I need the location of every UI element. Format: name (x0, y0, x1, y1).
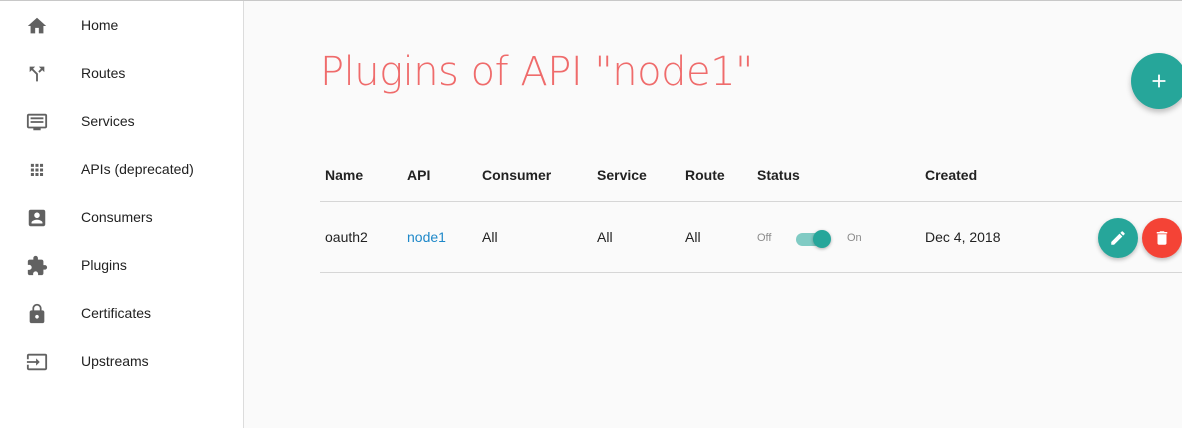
sidebar-item-label: Upstreams (81, 353, 149, 369)
column-header-consumer[interactable]: Consumer (482, 167, 551, 183)
sidebar-item-label: Plugins (81, 257, 127, 273)
sidebar-item-upstreams[interactable]: Upstreams (0, 337, 243, 385)
sidebar-item-services[interactable]: Services (0, 97, 243, 145)
lock-icon (26, 303, 48, 325)
sidebar-item-label: Consumers (81, 209, 153, 225)
consumer-value: All (482, 229, 498, 245)
status-toggle[interactable] (792, 230, 832, 248)
plus-icon (1152, 74, 1166, 88)
status-on-label: On (847, 232, 862, 244)
monitor-list-icon (26, 111, 48, 133)
column-header-created[interactable]: Created (925, 167, 977, 183)
edit-button[interactable] (1098, 218, 1138, 258)
sidebar-item-plugins[interactable]: Plugins (0, 241, 243, 289)
grid-icon (26, 159, 48, 181)
sidebar-item-label: Certificates (81, 305, 152, 321)
sidebar-item-certificates[interactable]: Certificates (0, 289, 243, 337)
created-date: Dec 4, 2018 (925, 229, 1001, 245)
sidebar-item-label: Home (81, 17, 119, 33)
column-header-service[interactable]: Service (597, 167, 647, 183)
puzzle-icon (26, 255, 48, 277)
page-title: Plugins of API "node1" (320, 49, 753, 95)
trash-icon (1156, 231, 1168, 245)
sidebar-item-routes[interactable]: Routes (0, 49, 243, 97)
sidebar-item-label: Routes (81, 65, 126, 81)
column-header-status[interactable]: Status (757, 167, 800, 183)
row-divider (320, 272, 1182, 273)
input-icon (26, 351, 48, 373)
column-header-name[interactable]: Name (325, 167, 363, 183)
status-off-label: Off (757, 232, 772, 244)
api-link[interactable]: node1 (407, 229, 446, 245)
header-divider (320, 201, 1182, 202)
service-value: All (597, 229, 613, 245)
column-header-route[interactable]: Route (685, 167, 725, 183)
sidebar-item-home[interactable]: Home (0, 1, 243, 49)
pencil-icon (1111, 231, 1125, 245)
main-content: Plugins of API "node1" Name API Consumer… (245, 1, 1182, 428)
sidebar-item-label: Services (81, 113, 135, 129)
sidebar-item-consumers[interactable]: Consumers (0, 193, 243, 241)
column-header-api[interactable]: API (407, 167, 430, 183)
account-box-icon (26, 207, 48, 229)
toggle-thumb (813, 230, 831, 248)
add-plugin-button[interactable] (1131, 53, 1182, 109)
route-value: All (685, 229, 701, 245)
sidebar-item-apis[interactable]: APIs (deprecated) (0, 145, 243, 193)
sidebar: Home Routes Services APIs (deprecated) C… (0, 1, 244, 428)
home-icon (26, 15, 48, 37)
delete-button[interactable] (1142, 218, 1182, 258)
plugin-name: oauth2 (325, 229, 368, 245)
fork-icon (26, 63, 48, 85)
sidebar-item-label: APIs (deprecated) (81, 161, 194, 177)
